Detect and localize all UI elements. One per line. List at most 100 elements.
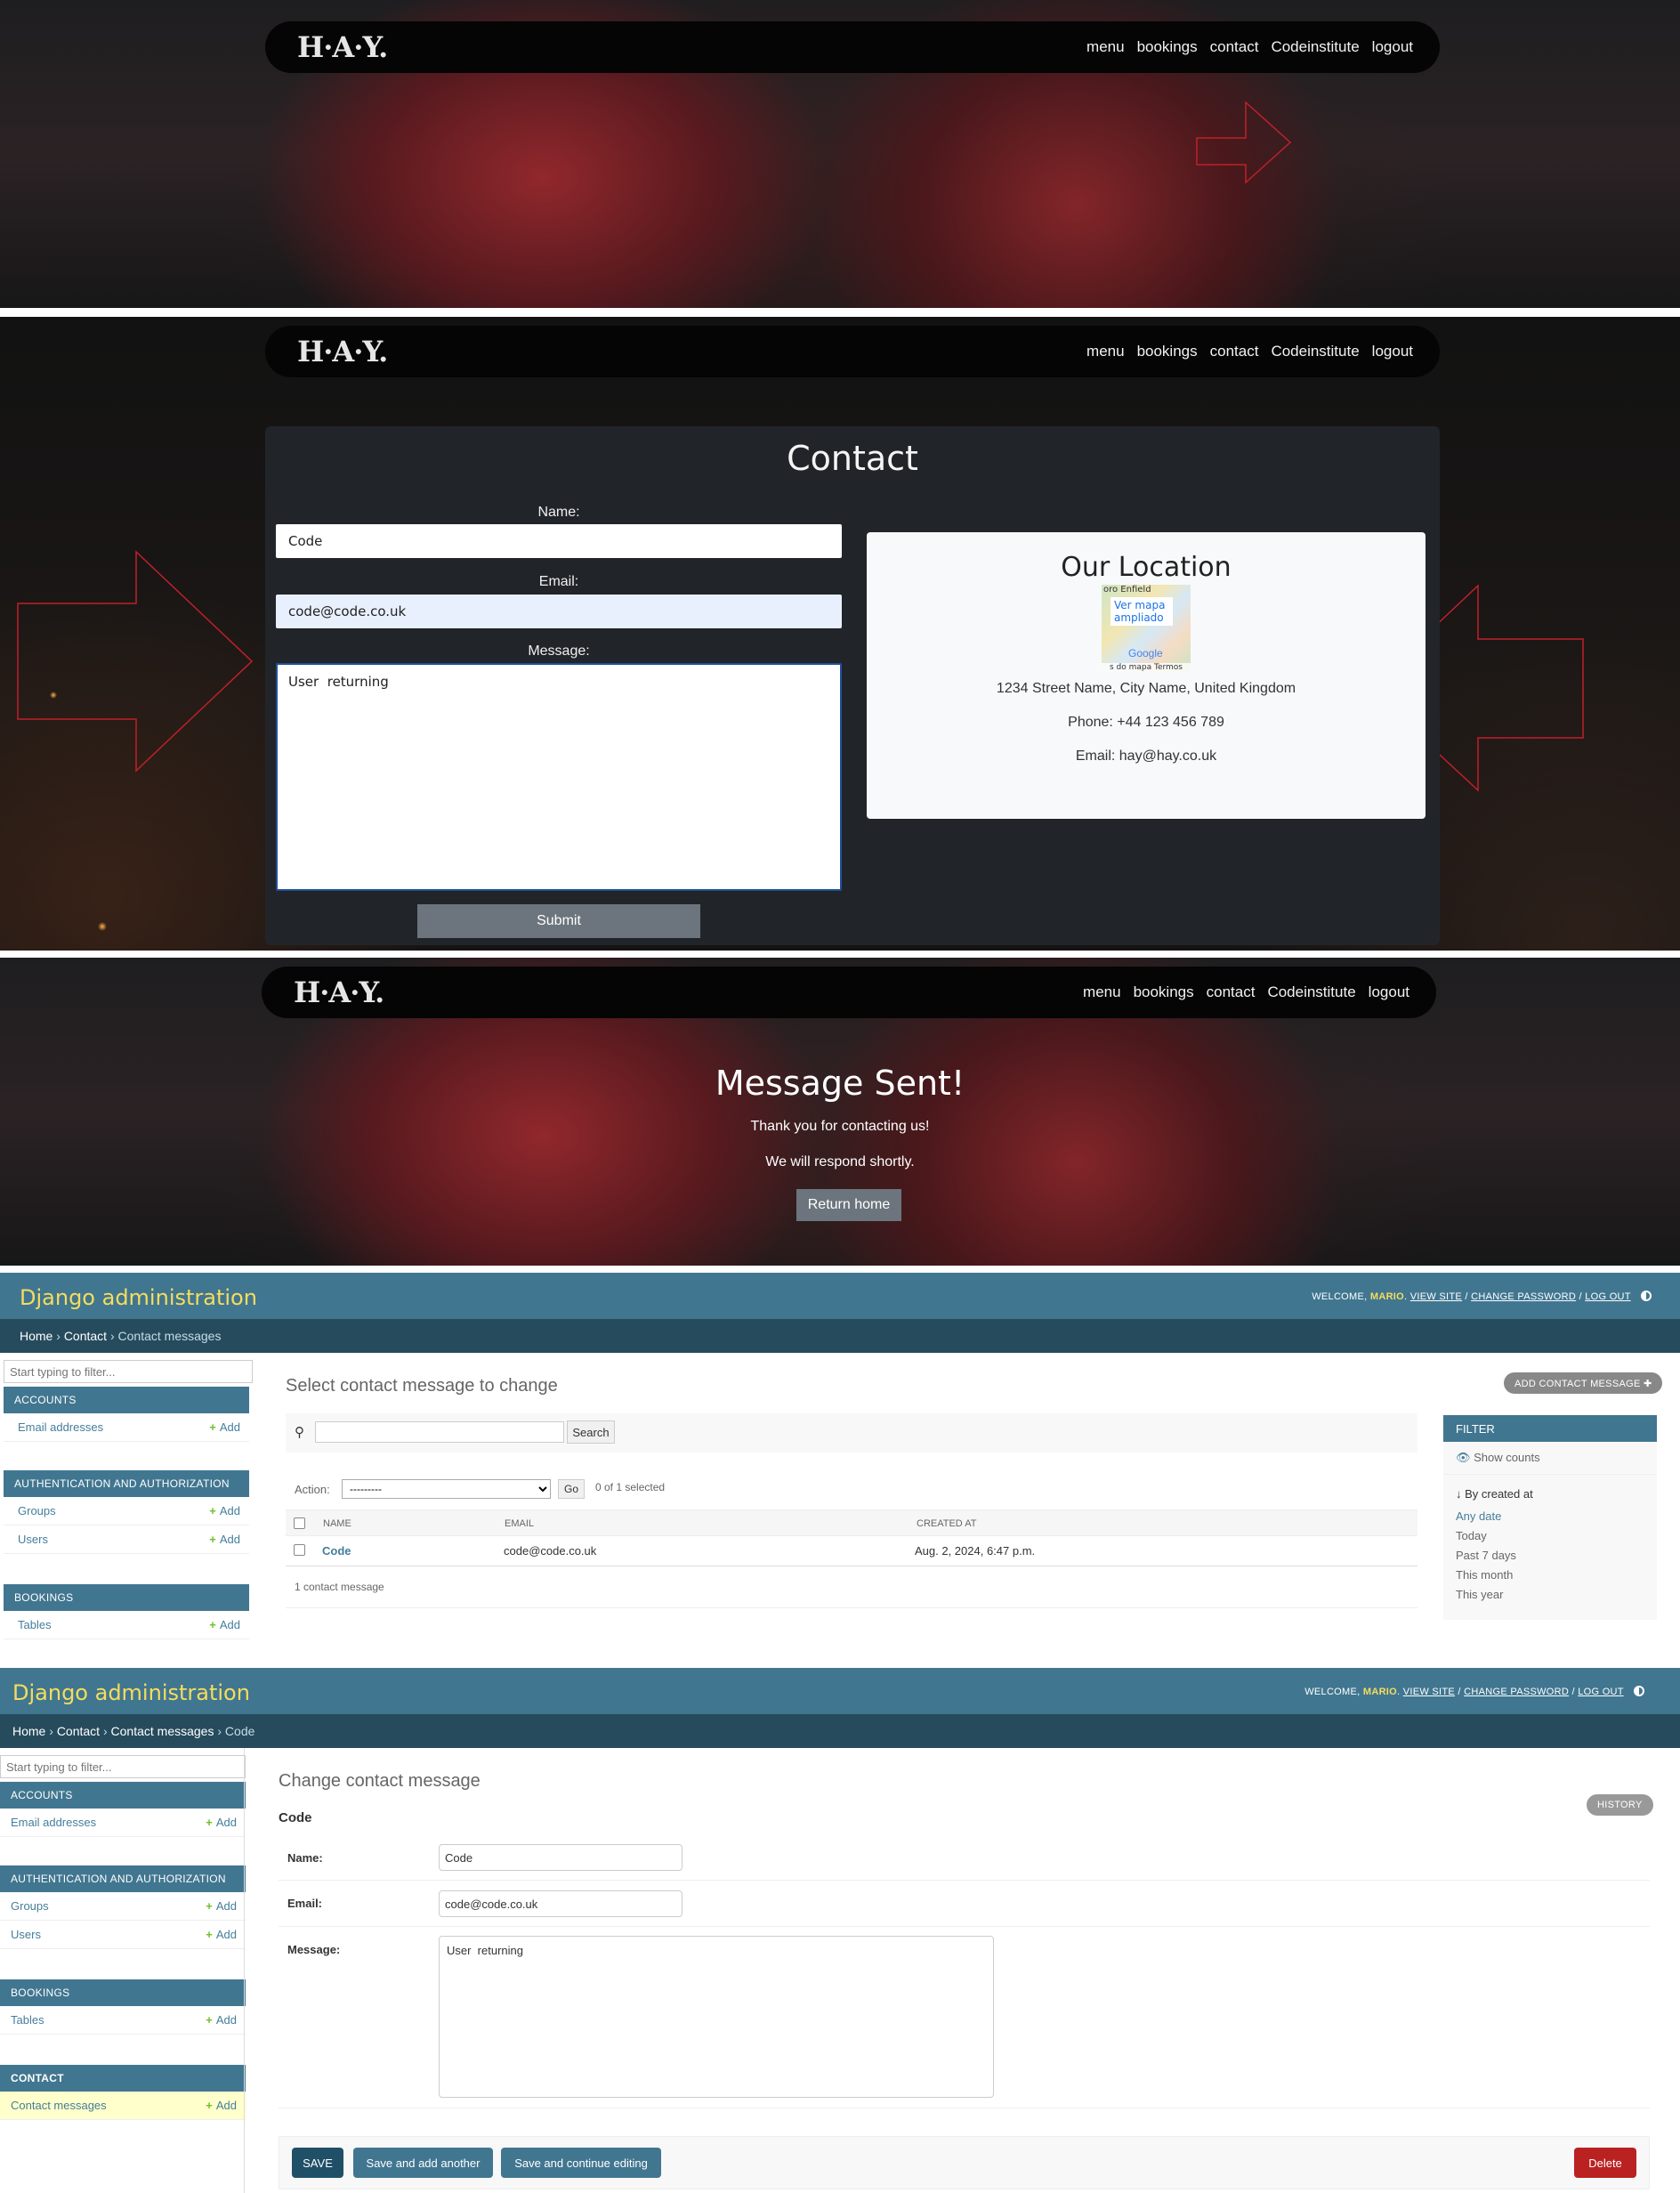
sidebar-item-label[interactable]: Groups [11,1899,49,1913]
nav-user[interactable]: Codeinstitute [1271,38,1359,56]
column-email[interactable]: Email [505,1518,534,1529]
nav-bookings[interactable]: bookings [1137,38,1198,56]
sidebar-item-label[interactable]: Users [18,1533,48,1546]
nav-filter-input[interactable] [0,1755,246,1778]
row-checkbox[interactable] [294,1544,305,1556]
nav-contact[interactable]: contact [1207,983,1256,1001]
module-header[interactable]: Bookings [0,1979,246,2006]
add-link[interactable]: + Add [209,1618,240,1631]
sidebar-item-label[interactable]: Contact messages [11,2099,107,2112]
add-contact-message-button[interactable]: Add contact message ✚ [1504,1372,1663,1394]
add-link[interactable]: + Add [209,1533,240,1546]
add-link[interactable]: + Add [209,1504,240,1517]
name-input[interactable] [276,524,842,558]
view-site-link[interactable]: View site [1403,1687,1455,1697]
return-home-button[interactable]: Return home [796,1189,901,1221]
admin-user-tools: Welcome, MARIO. View site / Change passw… [1304,1686,1644,1697]
email-input[interactable] [276,595,842,628]
nav-bookings[interactable]: bookings [1137,343,1198,360]
crumb-app[interactable]: Contact [57,1724,100,1738]
column-created-at[interactable]: Created at [917,1518,976,1529]
module-header[interactable]: Authentication and Authorization [0,1865,246,1892]
nav-logout[interactable]: logout [1369,983,1409,1001]
map-embed[interactable]: oro Enfield Ver mapa ampliado Google s d… [1102,585,1191,672]
theme-toggle-icon[interactable] [1634,1686,1644,1696]
admin-brand[interactable]: Django administration [12,1680,250,1705]
sidebar-item-label[interactable]: Tables [18,1618,52,1631]
save-button[interactable]: SAVE [292,2148,343,2178]
message-label: Message: [528,643,590,659]
nav-logout[interactable]: logout [1372,343,1413,360]
log-out-link[interactable]: Log out [1585,1291,1630,1302]
nav-user[interactable]: Codeinstitute [1267,983,1355,1001]
history-button[interactable]: History [1587,1794,1653,1816]
message-textarea[interactable]: User returning [276,663,842,891]
row-name-link[interactable]: Code [322,1544,351,1558]
add-link[interactable]: + Add [206,2099,237,2112]
filter-option-past-7-days[interactable]: Past 7 days [1456,1549,1516,1562]
sidebar-item-label[interactable]: Users [11,1928,41,1941]
module-auth: Authentication and Authorization Groups … [4,1470,249,1554]
nav-menu[interactable]: menu [1086,38,1125,56]
module-header[interactable]: Accounts [0,1782,246,1809]
select-all-checkbox[interactable] [294,1517,305,1529]
column-name[interactable]: Name [323,1518,351,1529]
save-and-continue-button[interactable]: Save and continue editing [501,2148,661,2178]
admin-brand[interactable]: Django administration [20,1285,257,1310]
add-icon: + [206,1816,213,1829]
add-link[interactable]: + Add [206,1928,237,1941]
save-and-add-another-button[interactable]: Save and add another [353,2148,493,2178]
change-password-link[interactable]: Change password [1471,1291,1576,1302]
nav-menu[interactable]: menu [1086,343,1125,360]
search-button[interactable]: Search [567,1420,615,1444]
change-password-link[interactable]: Change password [1464,1687,1569,1697]
go-button[interactable]: Go [558,1479,585,1499]
action-select[interactable]: --------- [342,1479,551,1499]
contact-page-panel: H·A·Y. menu bookings contact Codeinstitu… [0,317,1680,951]
crumb-home[interactable]: Home [20,1329,52,1343]
crumb-model[interactable]: Contact messages [111,1724,214,1738]
filter-option-this-year[interactable]: This year [1456,1588,1503,1601]
nav-logout[interactable]: logout [1372,38,1413,56]
nav-bookings[interactable]: bookings [1134,983,1194,1001]
sidebar-item-label[interactable]: Email addresses [11,1816,96,1829]
site-logo[interactable]: H·A·Y. [297,30,388,64]
site-logo[interactable]: H·A·Y. [294,975,384,1009]
nav-filter-input[interactable] [4,1360,253,1383]
module-header[interactable]: Bookings [4,1584,249,1611]
module-header[interactable]: Accounts [4,1387,249,1413]
crumb-app[interactable]: Contact [64,1329,107,1343]
delete-button[interactable]: Delete [1574,2148,1636,2178]
sidebar-item-label[interactable]: Email addresses [18,1420,103,1434]
filter-option-this-month[interactable]: This month [1456,1568,1513,1582]
add-link[interactable]: + Add [206,1899,237,1913]
add-link[interactable]: + Add [206,2013,237,2027]
nav-contact[interactable]: contact [1210,343,1259,360]
filter-option-any-date[interactable]: Any date [1456,1509,1501,1523]
filter-option-today[interactable]: Today [1456,1529,1487,1542]
view-site-link[interactable]: View site [1410,1291,1462,1302]
add-link[interactable]: + Add [206,1816,237,1829]
show-counts-link[interactable]: 👁 Show counts [1456,1451,1540,1465]
nav-menu[interactable]: menu [1083,983,1121,1001]
map-enlarge-link[interactable]: Ver mapa ampliado [1111,597,1173,626]
name-input[interactable] [439,1844,682,1871]
submit-button[interactable]: Submit [417,904,700,938]
email-input[interactable] [439,1890,682,1917]
sidebar-item-label[interactable]: Groups [18,1504,56,1517]
email-label: Email: [538,574,579,589]
site-navbar: H·A·Y. menu bookings contact Codeinstitu… [265,326,1440,377]
nav-user[interactable]: Codeinstitute [1271,343,1359,360]
site-logo[interactable]: H·A·Y. [297,335,388,368]
message-textarea[interactable]: User returning [439,1936,994,2098]
add-link[interactable]: + Add [209,1420,240,1434]
nav-contact[interactable]: contact [1210,38,1259,56]
module-header[interactable]: Authentication and Authorization [4,1470,249,1497]
sidebar-item-label[interactable]: Tables [11,2013,44,2027]
log-out-link[interactable]: Log out [1578,1687,1623,1697]
sidebar-divider [244,1748,245,2193]
search-input[interactable] [315,1421,564,1443]
theme-toggle-icon[interactable] [1641,1291,1652,1301]
crumb-home[interactable]: Home [12,1724,45,1738]
module-header[interactable]: Contact [0,2065,246,2092]
